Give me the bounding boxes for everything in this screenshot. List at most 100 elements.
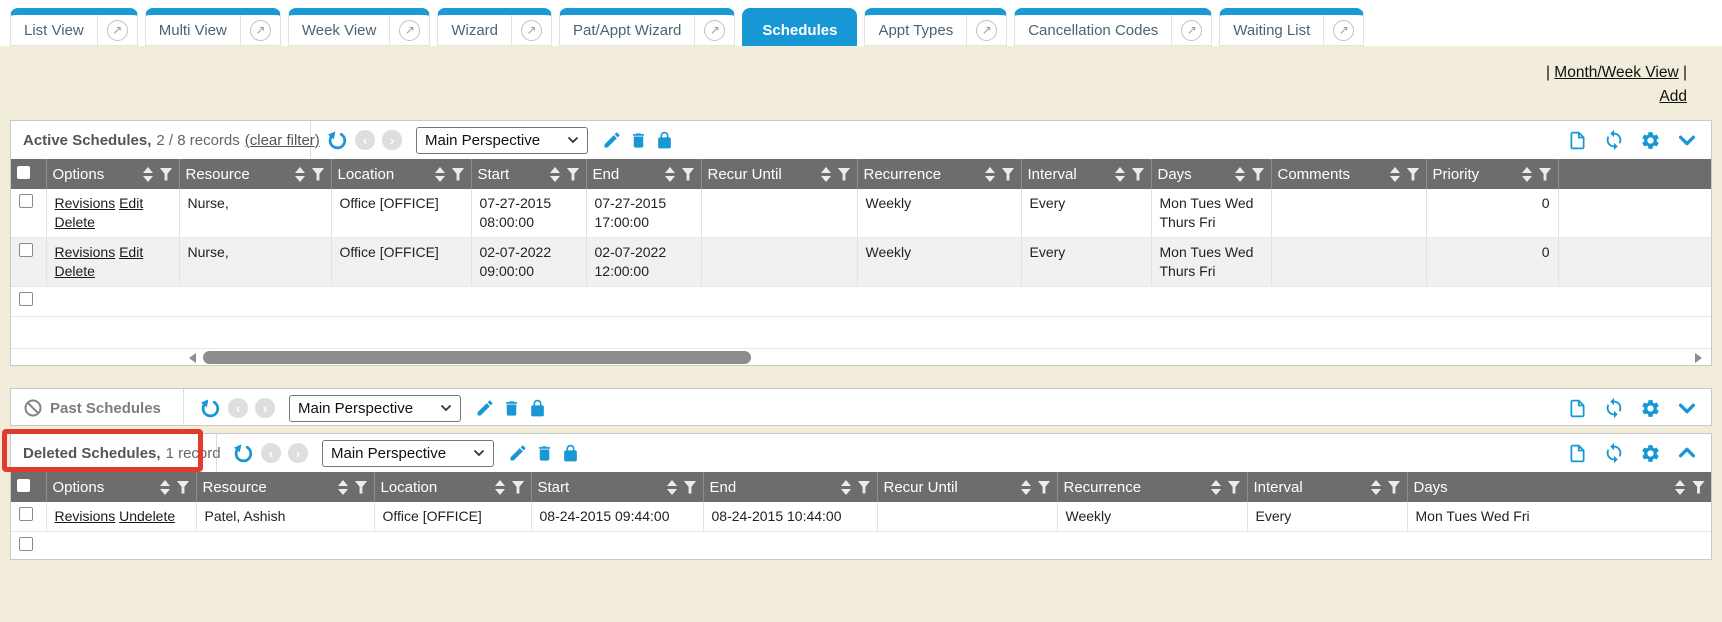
revisions-link[interactable]: Revisions (55, 195, 116, 211)
tab-waiting-list[interactable]: Waiting List ↗ (1219, 8, 1364, 46)
popout-button[interactable]: ↗ (967, 15, 1006, 45)
collapse-chevron-down-icon[interactable] (1676, 129, 1698, 151)
filter-icon[interactable] (682, 168, 695, 181)
filter-icon[interactable] (312, 168, 325, 181)
select-all-checkbox[interactable] (17, 166, 30, 179)
popout-button[interactable]: ↗ (241, 15, 280, 45)
refresh-icon[interactable] (1603, 129, 1625, 151)
filter-icon[interactable] (858, 481, 871, 494)
col-recurrence[interactable]: Recurrence (1057, 472, 1247, 502)
filter-icon[interactable] (1407, 168, 1420, 181)
tab-list-view[interactable]: List View ↗ (10, 8, 138, 46)
popout-button[interactable]: ↗ (390, 15, 429, 45)
sort-icon[interactable] (295, 167, 305, 182)
col-priority[interactable]: Priority (1426, 159, 1558, 189)
delete-perspective-icon[interactable] (502, 399, 521, 418)
sort-icon[interactable] (1390, 167, 1400, 182)
sort-icon[interactable] (1235, 167, 1245, 182)
refresh-icon[interactable] (1603, 442, 1625, 464)
col-resource[interactable]: Resource (196, 472, 374, 502)
lock-icon[interactable] (561, 444, 580, 463)
select-all-checkbox[interactable] (17, 479, 30, 492)
sort-icon[interactable] (435, 167, 445, 182)
next-perspective-button[interactable]: › (288, 443, 308, 463)
col-options[interactable]: Options (46, 159, 179, 189)
clear-filter-link[interactable]: (clear filter) (245, 132, 320, 149)
filter-icon[interactable] (1252, 168, 1265, 181)
col-days[interactable]: Days (1407, 472, 1711, 502)
prev-perspective-button[interactable]: ‹ (261, 443, 281, 463)
tab-cancellation-codes[interactable]: Cancellation Codes ↗ (1014, 8, 1212, 46)
delete-perspective-icon[interactable] (629, 131, 648, 150)
col-location[interactable]: Location (331, 159, 471, 189)
col-options[interactable]: Options (46, 472, 196, 502)
sort-icon[interactable] (665, 167, 675, 182)
filter-icon[interactable] (1692, 481, 1705, 494)
filter-icon[interactable] (452, 168, 465, 181)
collapse-chevron-up-icon[interactable] (1676, 442, 1698, 464)
col-end[interactable]: End (586, 159, 701, 189)
perspective-select[interactable]: Main Perspective (322, 440, 494, 467)
add-link[interactable]: Add (1659, 88, 1687, 105)
col-recurrence[interactable]: Recurrence (857, 159, 1021, 189)
delete-link[interactable]: Delete (55, 214, 95, 230)
filter-icon[interactable] (1002, 168, 1015, 181)
col-start[interactable]: Start (531, 472, 703, 502)
edit-perspective-icon[interactable] (602, 130, 622, 150)
lock-icon[interactable] (655, 131, 674, 150)
tab-pat-appt-wizard[interactable]: Pat/Appt Wizard ↗ (559, 8, 735, 46)
row-checkbox[interactable] (19, 537, 33, 551)
sort-icon[interactable] (1675, 480, 1685, 495)
undo-icon[interactable] (199, 397, 221, 419)
col-days[interactable]: Days (1151, 159, 1271, 189)
col-end[interactable]: End (703, 472, 877, 502)
row-checkbox[interactable] (19, 243, 33, 257)
scrollbar-thumb[interactable] (203, 351, 751, 364)
delete-link[interactable]: Delete (55, 263, 95, 279)
undo-icon[interactable] (326, 129, 348, 151)
col-recur-until[interactable]: Recur Until (701, 159, 857, 189)
popout-button[interactable]: ↗ (1172, 15, 1211, 45)
sort-icon[interactable] (1522, 167, 1532, 182)
sort-icon[interactable] (821, 167, 831, 182)
refresh-icon[interactable] (1603, 397, 1625, 419)
filter-icon[interactable] (1539, 168, 1552, 181)
gear-icon[interactable] (1640, 130, 1661, 151)
prev-perspective-button[interactable]: ‹ (355, 130, 375, 150)
sort-icon[interactable] (985, 167, 995, 182)
filter-icon[interactable] (512, 481, 525, 494)
sort-icon[interactable] (338, 480, 348, 495)
edit-perspective-icon[interactable] (475, 398, 495, 418)
sort-icon[interactable] (667, 480, 677, 495)
scroll-left-arrow[interactable] (189, 353, 196, 363)
new-document-icon[interactable] (1567, 130, 1588, 151)
tab-multi-view[interactable]: Multi View ↗ (145, 8, 281, 46)
filter-icon[interactable] (355, 481, 368, 494)
tab-week-view[interactable]: Week View ↗ (288, 8, 430, 46)
col-start[interactable]: Start (471, 159, 586, 189)
undo-icon[interactable] (232, 442, 254, 464)
sort-icon[interactable] (1115, 167, 1125, 182)
expand-chevron-down-icon[interactable] (1676, 397, 1698, 419)
delete-perspective-icon[interactable] (535, 444, 554, 463)
filter-icon[interactable] (567, 168, 580, 181)
new-document-icon[interactable] (1567, 443, 1588, 464)
next-perspective-button[interactable]: › (382, 130, 402, 150)
col-interval[interactable]: Interval (1021, 159, 1151, 189)
gear-icon[interactable] (1640, 398, 1661, 419)
new-document-icon[interactable] (1567, 398, 1588, 419)
popout-button[interactable]: ↗ (98, 15, 137, 45)
edit-link[interactable]: Edit (119, 195, 143, 211)
row-checkbox[interactable] (19, 292, 33, 306)
scroll-right-arrow[interactable] (1695, 353, 1702, 363)
filter-icon[interactable] (838, 168, 851, 181)
month-week-view-link[interactable]: Month/Week View (1554, 64, 1678, 81)
tab-wizard[interactable]: Wizard ↗ (437, 8, 552, 46)
filter-icon[interactable] (177, 481, 190, 494)
revisions-link[interactable]: Revisions (55, 244, 116, 260)
horizontal-scrollbar[interactable] (11, 348, 1711, 365)
sort-icon[interactable] (1021, 480, 1031, 495)
row-checkbox[interactable] (19, 507, 33, 521)
edit-perspective-icon[interactable] (508, 443, 528, 463)
undelete-link[interactable]: Undelete (119, 508, 175, 524)
